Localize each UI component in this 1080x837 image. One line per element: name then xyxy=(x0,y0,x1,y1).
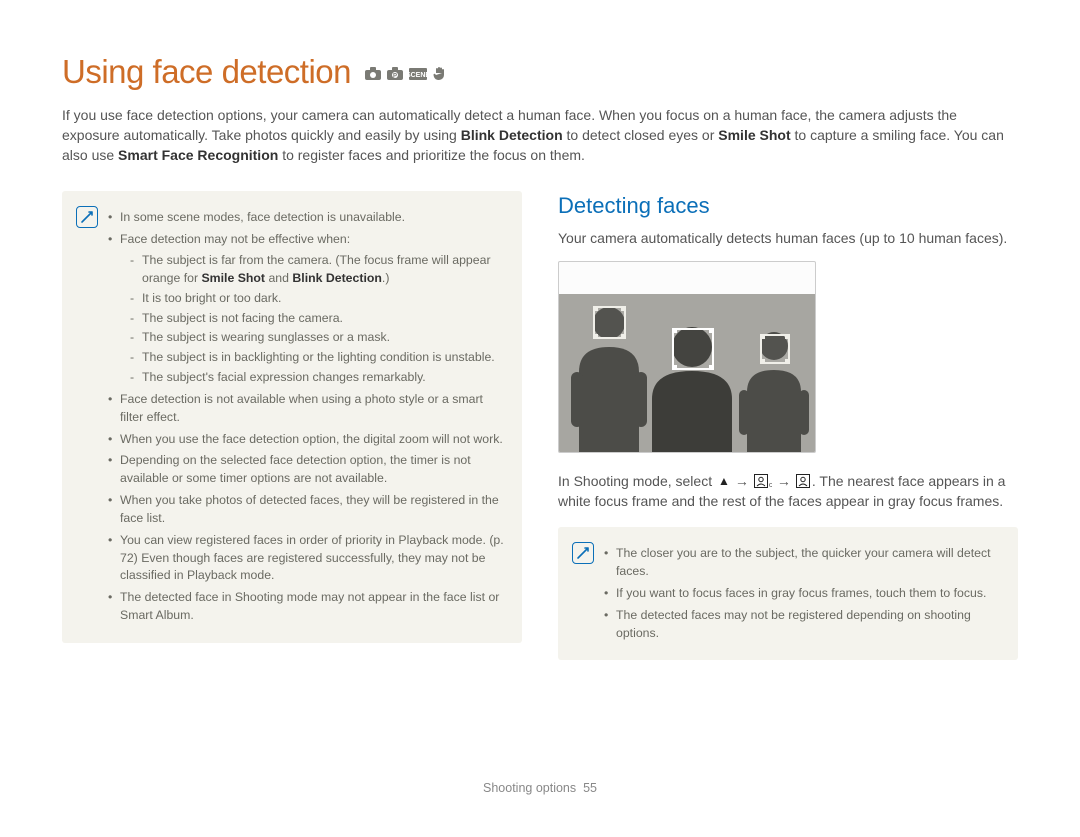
mode-icons: P SCENE xyxy=(365,66,446,86)
note-subitem: The subject is far from the camera. (The… xyxy=(130,252,504,288)
note-subitem: The subject is not facing the camera. xyxy=(130,310,504,328)
note-item: Face detection is not available when usi… xyxy=(108,391,504,427)
note-item: The detected faces may not be registered… xyxy=(604,607,1000,643)
arrow-icon: → xyxy=(774,473,794,489)
note-subitem: It is too bright or too dark. xyxy=(130,290,504,308)
focus-frame-gray xyxy=(593,306,626,339)
note-item: The closer you are to the subject, the q… xyxy=(604,545,1000,581)
note-subitem: The subject's facial expression changes … xyxy=(130,369,504,387)
face-detection-figure xyxy=(558,261,816,453)
note-item: The detected face in Shooting mode may n… xyxy=(108,589,504,625)
note-icon xyxy=(76,206,98,228)
note-item: In some scene modes, face detection is u… xyxy=(108,209,504,227)
left-note-box: In some scene modes, face detection is u… xyxy=(62,191,522,642)
svg-text:SCENE: SCENE xyxy=(409,72,427,79)
focus-frame-gray xyxy=(760,334,790,364)
note-item: When you use the face detection option, … xyxy=(108,431,504,449)
arrow-icon: → xyxy=(732,473,752,489)
note-item: If you want to focus faces in gray focus… xyxy=(604,585,1000,603)
note-subitem: The subject is wearing sunglasses or a m… xyxy=(130,329,504,347)
svg-text:OFF: OFF xyxy=(769,483,772,488)
svg-text:P: P xyxy=(393,74,397,80)
instruction-text: In Shooting mode, select ▲→OFF→. The nea… xyxy=(558,471,1018,512)
camera-icon xyxy=(365,66,381,85)
page-title: Using face detection xyxy=(62,50,351,95)
note-subitem: The subject is in backlighting or the li… xyxy=(130,349,504,367)
face-on-icon xyxy=(794,473,812,490)
page-footer: Shooting options 55 xyxy=(62,780,1018,797)
camera-p-icon: P xyxy=(387,66,403,85)
note-item: Face detection may not be effective when… xyxy=(108,231,504,387)
note-item: When you take photos of detected faces, … xyxy=(108,492,504,528)
section-intro: Your camera automatically detects human … xyxy=(558,229,1018,249)
note-item: You can view registered faces in order o… xyxy=(108,532,504,585)
scene-icon: SCENE xyxy=(409,66,427,85)
up-icon: ▲ xyxy=(716,473,732,490)
right-note-box: The closer you are to the subject, the q… xyxy=(558,527,1018,660)
note-icon xyxy=(572,542,594,564)
left-note-list: In some scene modes, face detection is u… xyxy=(108,205,504,628)
section-heading: Detecting faces xyxy=(558,191,1018,221)
right-note-list: The closer you are to the subject, the q… xyxy=(604,541,1000,646)
intro-paragraph: If you use face detection options, your … xyxy=(62,105,1018,166)
face-off-icon: OFF xyxy=(752,473,774,490)
note-item: Depending on the selected face detection… xyxy=(108,452,504,488)
hand-icon xyxy=(433,66,446,86)
focus-frame-white xyxy=(672,328,714,370)
